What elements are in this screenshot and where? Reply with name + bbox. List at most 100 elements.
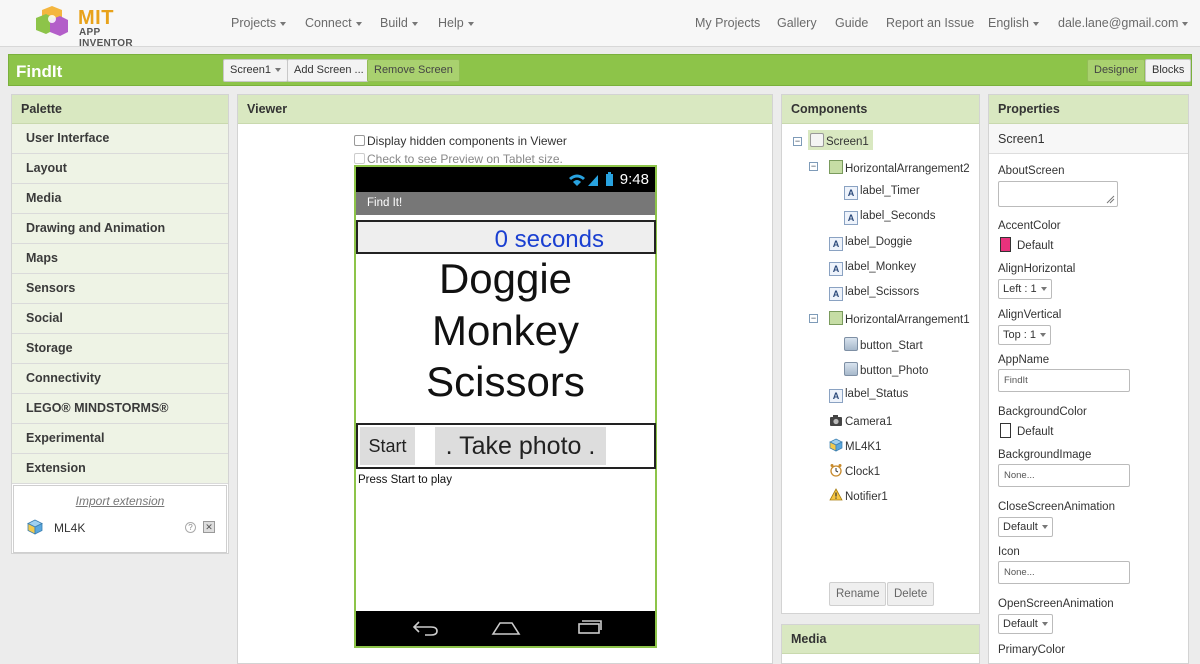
chevron-down-icon (355, 21, 362, 26)
about-screen-textarea[interactable] (998, 181, 1118, 207)
signal-battery-icon (569, 172, 613, 186)
tree-item-screen1[interactable]: Screen1 (808, 130, 873, 150)
start-button[interactable]: Start (360, 427, 415, 465)
tree-item-button-start[interactable]: button_Start (844, 337, 923, 352)
palette-category-connectivity[interactable]: Connectivity (12, 364, 228, 394)
collapse-toggle-harr2[interactable]: − (809, 162, 818, 171)
clock-icon (830, 464, 842, 477)
accent-color-swatch (1000, 237, 1011, 252)
delete-extension-icon[interactable]: ✕ (203, 521, 215, 533)
tree-item-label-timer[interactable]: Alabel_Timer (844, 185, 920, 200)
add-screen-button[interactable]: Add Screen ... (287, 59, 371, 82)
background-color-picker[interactable]: Default (1000, 423, 1053, 438)
close-screen-animation-select[interactable]: Default (998, 517, 1053, 537)
app-name-label: AppName (998, 354, 1050, 366)
tree-item-horizontalarrangement1[interactable]: HorizontalArrangement1 (829, 311, 970, 326)
doggie-label[interactable]: Doggie (356, 255, 655, 303)
primary-color-label: PrimaryColor (998, 644, 1066, 656)
properties-panel: Properties Screen1 AboutScreen AccentCol… (988, 94, 1189, 664)
import-extension-link[interactable]: Import extension (14, 494, 226, 508)
palette-category-social[interactable]: Social (12, 304, 228, 334)
tree-item-label-scissors[interactable]: Alabel_Scissors (829, 286, 919, 301)
palette-category-storage[interactable]: Storage (12, 334, 228, 364)
about-screen-label: AboutScreen (998, 165, 1065, 177)
status-label[interactable]: Press Start to play (358, 474, 452, 486)
button-icon (844, 362, 858, 376)
screen-select-dropdown[interactable]: Screen1 (223, 59, 288, 82)
nav-guide-link[interactable]: Guide (835, 16, 868, 30)
tree-item-horizontalarrangement2[interactable]: HorizontalArrangement2 (829, 160, 970, 175)
nav-help-menu[interactable]: Help (438, 16, 474, 30)
icon-picker[interactable]: None... (998, 561, 1130, 584)
nav-language-menu[interactable]: English (988, 16, 1039, 30)
align-horizontal-select[interactable]: Left : 1 (998, 279, 1052, 299)
nav-my-projects-link[interactable]: My Projects (695, 16, 760, 30)
buttons-arrangement[interactable]: Start . Take photo . (356, 423, 656, 469)
display-hidden-checkbox[interactable] (354, 135, 365, 146)
palette-category-lego-mindstorms[interactable]: LEGO® MINDSTORMS® (12, 394, 228, 424)
palette-category-drawing-animation[interactable]: Drawing and Animation (12, 214, 228, 244)
timer-arrangement[interactable]: 0 seconds (356, 220, 656, 254)
icon-label: Icon (998, 546, 1020, 558)
phone-clock: 9:48 (619, 171, 649, 188)
tree-item-camera1[interactable]: Camera1 (829, 413, 892, 428)
chevron-down-icon (280, 21, 287, 26)
timer-label: 0 seconds (494, 226, 604, 253)
tree-item-label-status[interactable]: Alabel_Status (829, 388, 908, 403)
tree-item-label-doggie[interactable]: Alabel_Doggie (829, 236, 912, 251)
background-image-picker[interactable]: None... (998, 464, 1130, 487)
help-icon[interactable]: ? (185, 522, 196, 533)
collapse-toggle-harr1[interactable]: − (809, 314, 818, 323)
palette-category-extension[interactable]: Extension (12, 454, 228, 484)
tablet-preview-checkbox-row[interactable]: Check to see Preview on Tablet size. (354, 152, 563, 166)
nav-gallery-link[interactable]: Gallery (777, 16, 817, 30)
home-icon (491, 622, 521, 635)
tree-item-ml4k1[interactable]: ML4K1 (829, 438, 881, 453)
tree-item-button-photo[interactable]: button_Photo (844, 362, 928, 377)
phone-preview: 9:48 Find It! 0 seconds Doggie Monkey Sc… (354, 165, 657, 648)
nav-projects-menu[interactable]: Projects (231, 16, 287, 30)
chevron-down-icon (1041, 622, 1048, 627)
scissors-label[interactable]: Scissors (356, 358, 655, 406)
tree-item-clock1[interactable]: Clock1 (829, 463, 880, 478)
take-photo-button[interactable]: . Take photo . (435, 427, 606, 465)
nav-report-issue-link[interactable]: Report an Issue (886, 16, 974, 30)
collapse-toggle-screen1[interactable]: − (793, 137, 802, 146)
palette-category-user-interface[interactable]: User Interface (12, 124, 228, 154)
recent-apps-icon (578, 620, 602, 634)
tree-item-label-seconds[interactable]: Alabel_Seconds (844, 210, 935, 225)
palette-category-media[interactable]: Media (12, 184, 228, 214)
open-screen-animation-select[interactable]: Default (998, 614, 1053, 634)
tree-item-label-monkey[interactable]: Alabel_Monkey (829, 261, 916, 276)
open-screen-animation-label: OpenScreenAnimation (998, 598, 1114, 610)
horizontal-arrangement-icon (829, 160, 843, 174)
chevron-down-icon (1040, 333, 1047, 338)
designer-button[interactable]: Designer (1087, 59, 1146, 82)
palette-category-sensors[interactable]: Sensors (12, 274, 228, 304)
ml4k-icon (829, 438, 843, 452)
palette-category-maps[interactable]: Maps (12, 244, 228, 274)
delete-button[interactable]: Delete (887, 582, 935, 606)
tablet-preview-checkbox[interactable] (354, 153, 365, 164)
chevron-down-icon (467, 21, 474, 26)
phone-status-bar: 9:48 (356, 167, 655, 192)
accent-color-picker[interactable]: Default (1000, 237, 1053, 252)
display-hidden-checkbox-row[interactable]: Display hidden components in Viewer (354, 134, 567, 148)
extension-item-ml4k[interactable]: ML4K (54, 521, 85, 535)
properties-title: Properties (989, 95, 1188, 124)
align-horizontal-label: AlignHorizontal (998, 263, 1076, 275)
viewer-title: Viewer (238, 95, 772, 124)
app-name-input[interactable]: FindIt (998, 369, 1130, 392)
align-vertical-select[interactable]: Top : 1 (998, 325, 1052, 345)
nav-user-menu[interactable]: dale.lane@gmail.com (1058, 16, 1189, 30)
app-inventor-logo[interactable]: MIT APP INVENTOR (34, 4, 154, 49)
nav-connect-menu[interactable]: Connect (305, 16, 362, 30)
monkey-label[interactable]: Monkey (356, 307, 655, 355)
blocks-button[interactable]: Blocks (1145, 59, 1192, 82)
palette-category-layout[interactable]: Layout (12, 154, 228, 184)
nav-build-menu[interactable]: Build (380, 16, 418, 30)
remove-screen-button[interactable]: Remove Screen (367, 59, 460, 82)
rename-button[interactable]: Rename (829, 582, 887, 606)
tree-item-notifier1[interactable]: Notifier1 (829, 488, 888, 503)
palette-category-experimental[interactable]: Experimental (12, 424, 228, 454)
